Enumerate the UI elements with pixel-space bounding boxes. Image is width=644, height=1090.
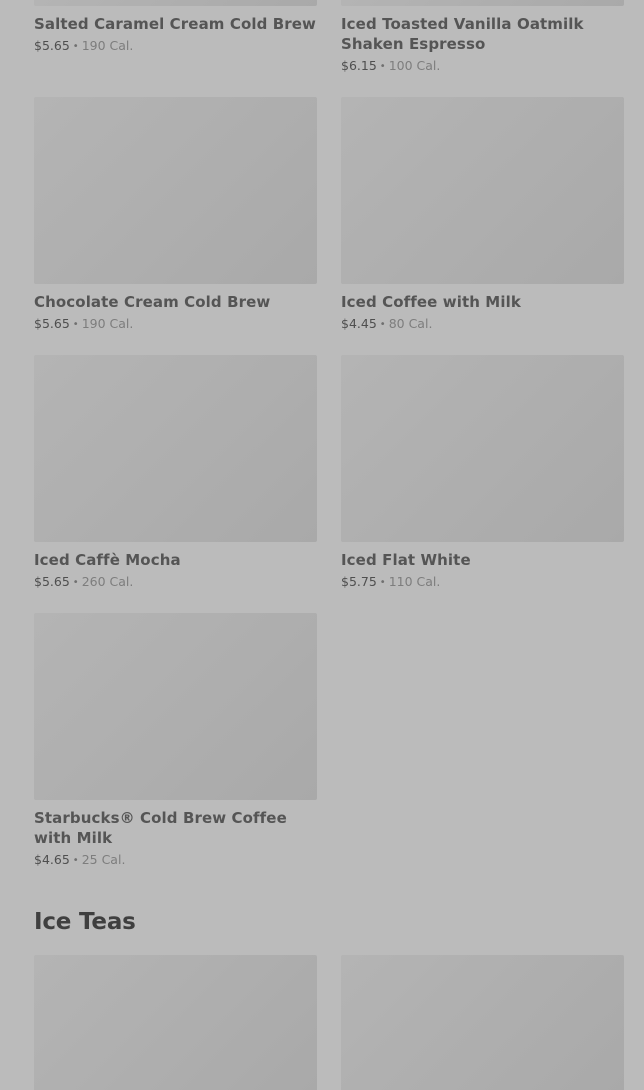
- product-name[interactable]: Iced Caffè Mocha: [34, 550, 317, 570]
- product-card[interactable]: [341, 955, 624, 1090]
- meta-separator: •: [72, 41, 79, 52]
- product-meta: $5.75 • 110 Cal.: [341, 572, 624, 593]
- product-image[interactable]: [34, 355, 317, 542]
- product-image[interactable]: [341, 355, 624, 542]
- product-meta: $5.65 • 260 Cal.: [34, 572, 317, 593]
- meta-separator: •: [72, 319, 79, 330]
- product-calories: 190 Cal.: [81, 316, 134, 331]
- product-image[interactable]: [34, 97, 317, 284]
- product-calories: 100 Cal.: [388, 58, 441, 73]
- product-name[interactable]: Iced Toasted Vanilla Oatmilk Shaken Espr…: [341, 14, 624, 54]
- product-card[interactable]: [34, 955, 317, 1090]
- product-meta: $5.65 • 190 Cal.: [34, 314, 317, 335]
- product-price: $6.15: [341, 58, 377, 73]
- product-price: $5.65: [34, 316, 70, 331]
- menu-page: Salted Caramel Cream Cold Brew $5.65 • 190…: [0, 0, 644, 1090]
- product-card[interactable]: Chocolate Cream Cold Brew $5.65 • 190 Cal.: [34, 97, 317, 335]
- product-price: $5.75: [341, 574, 377, 589]
- meta-separator: •: [72, 577, 79, 588]
- product-card[interactable]: Starbucks® Cold Brew Coffee with Milk $4…: [34, 613, 317, 871]
- product-price: $4.45: [341, 316, 377, 331]
- product-meta: $4.65 • 25 Cal.: [34, 850, 317, 871]
- product-card[interactable]: Iced Toasted Vanilla Oatmilk Shaken Espr…: [341, 0, 624, 77]
- meta-separator: •: [379, 61, 386, 72]
- product-name[interactable]: Starbucks® Cold Brew Coffee with Milk: [34, 808, 317, 848]
- product-image[interactable]: [341, 955, 624, 1090]
- product-image[interactable]: [34, 0, 317, 6]
- product-card[interactable]: Salted Caramel Cream Cold Brew $5.65 • 190…: [34, 0, 317, 57]
- product-image[interactable]: [34, 955, 317, 1090]
- product-meta: $6.15 • 100 Cal.: [341, 56, 624, 77]
- product-image[interactable]: [341, 97, 624, 284]
- product-price: $5.65: [34, 574, 70, 589]
- meta-separator: •: [72, 855, 79, 866]
- meta-separator: •: [379, 577, 386, 588]
- product-name[interactable]: Salted Caramel Cream Cold Brew: [34, 14, 317, 34]
- product-image[interactable]: [34, 613, 317, 800]
- product-meta: $4.45 • 80 Cal.: [341, 314, 624, 335]
- meta-separator: •: [379, 319, 386, 330]
- product-meta: $5.65 • 190 Cal.: [34, 36, 317, 57]
- product-price: $4.65: [34, 852, 70, 867]
- product-calories: 25 Cal.: [81, 852, 126, 867]
- product-name[interactable]: Iced Coffee with Milk: [341, 292, 624, 312]
- product-calories: 260 Cal.: [81, 574, 134, 589]
- product-calories: 110 Cal.: [388, 574, 441, 589]
- product-name[interactable]: Chocolate Cream Cold Brew: [34, 292, 317, 312]
- section-title-ice-teas: Ice Teas: [34, 909, 136, 935]
- product-image[interactable]: [341, 0, 624, 6]
- product-calories: 80 Cal.: [388, 316, 433, 331]
- product-name[interactable]: Iced Flat White: [341, 550, 624, 570]
- product-card[interactable]: Iced Coffee with Milk $4.45 • 80 Cal.: [341, 97, 624, 335]
- product-card[interactable]: Iced Caffè Mocha $5.65 • 260 Cal.: [34, 355, 317, 593]
- product-price: $5.65: [34, 38, 70, 53]
- product-calories: 190 Cal.: [81, 38, 134, 53]
- product-card[interactable]: Iced Flat White $5.75 • 110 Cal.: [341, 355, 624, 593]
